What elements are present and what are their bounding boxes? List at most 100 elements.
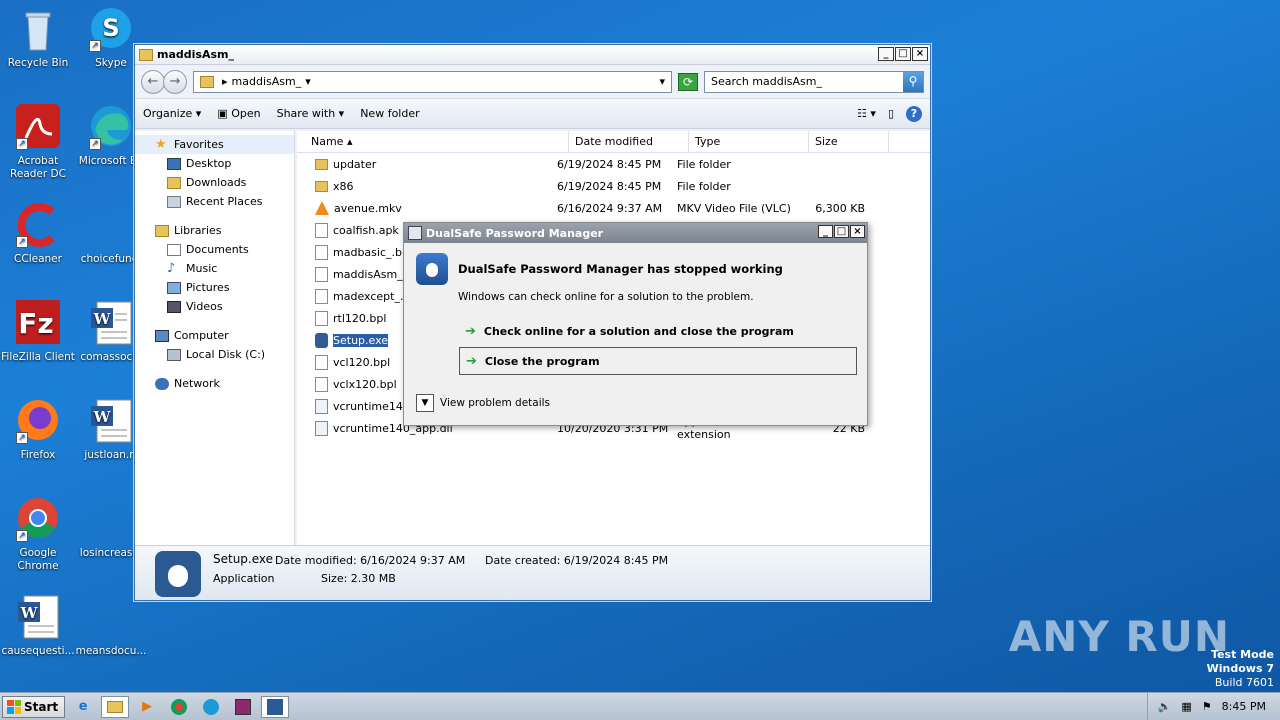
new-folder-button[interactable]: New folder xyxy=(360,107,419,120)
network-tray-icon[interactable]: ▦ xyxy=(1181,700,1191,713)
nav-computer[interactable]: Computer xyxy=(135,326,294,345)
svg-text:Fz: Fz xyxy=(18,307,53,340)
desktop-icon-acrobat[interactable]: ↗ Acrobat Reader DC xyxy=(0,104,76,181)
dialog-close-button[interactable]: × xyxy=(850,225,865,238)
volume-icon[interactable]: 🔈 xyxy=(1158,700,1172,713)
share-with-button[interactable]: Share with ▾ xyxy=(277,107,345,120)
ccleaner-icon: ↗ xyxy=(14,202,62,250)
nav-documents[interactable]: Documents xyxy=(135,240,294,259)
nav-music[interactable]: ♪ Music xyxy=(135,259,294,278)
nav-desktop[interactable]: Desktop xyxy=(135,154,294,173)
file-size: 6,300 KB xyxy=(815,201,865,215)
column-type[interactable]: Type xyxy=(689,131,809,152)
minimize-button[interactable]: _ xyxy=(878,47,894,61)
desktop-icon-label: Acrobat Reader DC xyxy=(10,155,66,180)
file-name: x86 xyxy=(333,179,354,193)
start-button[interactable]: Start xyxy=(2,695,66,718)
desktop-icon-recycle-bin[interactable]: Recycle Bin xyxy=(0,6,76,70)
address-bar[interactable]: ▸ maddisAsm_ ▾ ▾ xyxy=(193,70,672,93)
file-row[interactable]: updater 6/19/2024 8:45 PM File folder xyxy=(297,153,930,175)
open-button[interactable]: ▣ Open xyxy=(217,107,260,120)
nav-local-disk[interactable]: Local Disk (C:) xyxy=(135,345,294,364)
dialog-minimize-button[interactable]: _ xyxy=(818,225,833,238)
view-options-icon[interactable]: ☷ ▾ xyxy=(857,107,876,120)
desktop-icon-chrome[interactable]: ↗ Google Chrome xyxy=(0,496,76,573)
address-path: maddisAsm_ xyxy=(231,75,302,88)
dialog-maximize-button[interactable]: □ xyxy=(834,225,849,238)
ie-taskbar-icon[interactable]: e xyxy=(69,696,97,718)
clock[interactable]: 8:45 PM xyxy=(1222,700,1266,713)
doc-icon xyxy=(315,288,328,304)
file-type: File folder xyxy=(677,179,731,193)
downloads-icon xyxy=(167,176,181,189)
winrar-taskbar-icon[interactable] xyxy=(229,696,257,718)
error-dialog[interactable]: DualSafe Password Manager _ □ × DualSafe… xyxy=(403,222,868,426)
column-name[interactable]: Name ▴ xyxy=(297,131,569,152)
nav-libraries[interactable]: Libraries xyxy=(135,221,294,240)
doc-icon xyxy=(315,266,328,282)
nav-recent-places[interactable]: Recent Places xyxy=(135,192,294,211)
chrome-taskbar-icon[interactable] xyxy=(165,696,193,718)
file-name: rtl120.bpl xyxy=(333,311,387,325)
nav-downloads[interactable]: Downloads xyxy=(135,173,294,192)
details-modified: Date modified: 6/16/2024 9:37 AM xyxy=(275,554,466,567)
close-program-button[interactable]: ➔ Close the program xyxy=(459,347,857,375)
explorer-taskbar-icon[interactable] xyxy=(101,695,130,718)
nav-videos[interactable]: Videos xyxy=(135,297,294,316)
recycle-bin-icon xyxy=(14,6,62,54)
command-bar: Organize ▾ ▣ Open Share with ▾ New folde… xyxy=(135,99,930,129)
column-size[interactable]: Size xyxy=(809,131,889,152)
doc-icon xyxy=(315,376,328,392)
file-row[interactable]: x86 6/19/2024 8:45 PM File folder xyxy=(297,175,930,197)
doc-icon xyxy=(315,354,328,370)
help-icon[interactable]: ? xyxy=(906,105,922,122)
desktop-icon-ccleaner[interactable]: ↗ CCleaner xyxy=(0,202,76,266)
check-online-button[interactable]: ➔ Check online for a solution and close … xyxy=(459,317,857,345)
file-name: vcruntime140. xyxy=(333,399,414,413)
dialog-titlebar[interactable]: DualSafe Password Manager _ □ × xyxy=(404,223,867,243)
desktop-icon xyxy=(167,157,181,170)
file-date: 6/19/2024 8:45 PM xyxy=(557,179,662,193)
details-created: Date created: 6/19/2024 8:45 PM xyxy=(485,554,669,567)
nav-pictures[interactable]: Pictures xyxy=(135,278,294,297)
organize-button[interactable]: Organize ▾ xyxy=(143,107,201,120)
maximize-button[interactable]: □ xyxy=(895,47,911,61)
close-button[interactable]: × xyxy=(912,47,928,61)
back-button[interactable]: ← xyxy=(141,69,165,94)
dll-icon xyxy=(315,420,328,436)
desktop-icon-filezilla[interactable]: Fz FileZilla Client xyxy=(0,300,76,364)
nav-network[interactable]: Network xyxy=(135,374,294,393)
dll-icon xyxy=(315,398,328,414)
nav-favorites[interactable]: ★ Favorites xyxy=(135,135,294,154)
file-row[interactable]: avenue.mkv 6/16/2024 9:37 AM MKV Video Fil… xyxy=(297,197,930,219)
column-headers: Name ▴ Date modified Type Size xyxy=(297,131,930,153)
explorer-titlebar[interactable]: maddisAsm_ _ □ × xyxy=(135,45,930,65)
forward-button[interactable]: → xyxy=(163,69,187,94)
file-date: 6/16/2024 9:37 AM xyxy=(557,201,663,215)
refresh-button[interactable]: ⟳ xyxy=(678,72,698,91)
action-center-flag-icon[interactable]: ⚑ xyxy=(1202,700,1212,713)
media-player-taskbar-icon[interactable]: ▶ xyxy=(133,696,161,718)
chevron-down-icon[interactable]: ▾ xyxy=(305,75,311,88)
search-input[interactable]: Search maddisAsm_ ⚲ xyxy=(704,70,924,93)
address-dropdown-icon[interactable]: ▾ xyxy=(659,75,671,88)
expand-chevron-icon[interactable]: ▼ xyxy=(416,394,434,412)
view-problem-details[interactable]: ▼ View problem details xyxy=(416,394,550,412)
search-icon[interactable]: ⚲ xyxy=(903,71,923,92)
desktop-icon-firefox[interactable]: ↗ Firefox xyxy=(0,398,76,462)
dualsafe-taskbar-icon[interactable] xyxy=(261,695,290,718)
file-name: vcl120.bpl xyxy=(333,355,391,369)
column-date[interactable]: Date modified xyxy=(569,131,689,152)
desktop-icon-meansdocu[interactable]: meansdocu... xyxy=(73,594,149,658)
svg-text:S: S xyxy=(102,14,119,42)
word-doc-icon: W xyxy=(87,398,135,446)
desktop-icon-label: Firefox xyxy=(20,449,56,461)
navigation-pane: ★ Favorites Desktop Downloads Recent Plac… xyxy=(135,131,295,547)
edge-taskbar-icon[interactable] xyxy=(197,696,225,718)
blank-file-icon xyxy=(87,202,135,250)
window-title: maddisAsm_ xyxy=(157,48,234,61)
doc-icon xyxy=(315,310,328,326)
file-date: 6/19/2024 8:45 PM xyxy=(557,157,662,171)
preview-pane-icon[interactable]: ▯ xyxy=(888,107,894,120)
desktop-icon-causequesti[interactable]: W causequesti... xyxy=(0,594,76,658)
